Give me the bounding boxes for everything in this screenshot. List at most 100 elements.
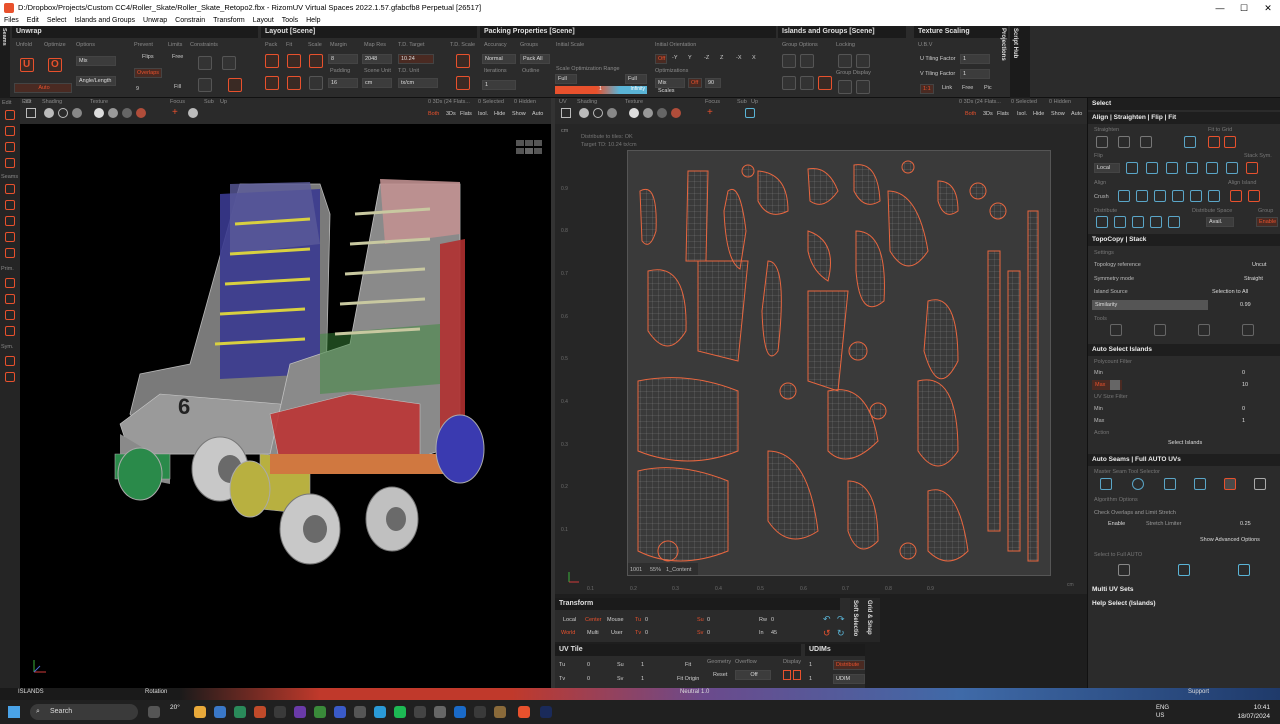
texture-color-icon[interactable]	[136, 108, 146, 118]
app-icon-9[interactable]	[454, 706, 466, 718]
uvsize-max-field[interactable]: 1	[1242, 418, 1245, 424]
script-hub-tab[interactable]: Script Hub	[1012, 28, 1018, 58]
uv-mode-show[interactable]: Show	[1051, 111, 1065, 117]
flips-toggle[interactable]: Flips	[142, 54, 154, 60]
rotate-ccw-icon[interactable]: ↶	[823, 614, 831, 625]
stack-sym-icon[interactable]	[1226, 162, 1238, 174]
seam-character-icon[interactable]	[1164, 478, 1176, 490]
vp3d-mode-hide[interactable]: Hide	[494, 111, 505, 117]
soft-selection-tab[interactable]: Soft Selectio	[852, 600, 858, 636]
align-top-icon[interactable]	[1172, 190, 1184, 202]
fit-grid-button[interactable]	[287, 76, 301, 90]
topocopy-section-title[interactable]: TopoCopy | Stack	[1088, 234, 1280, 246]
taskbar-clock[interactable]: 10:41 18/07/2024	[1237, 703, 1270, 721]
flip-both-icon[interactable]	[1166, 162, 1178, 174]
link-button[interactable]: Link	[942, 85, 952, 91]
app-icon-7[interactable]	[414, 706, 426, 718]
tu-field[interactable]: 0	[645, 617, 648, 623]
ungroup-button[interactable]	[800, 54, 814, 68]
display-t-toggle[interactable]	[783, 670, 791, 680]
app-icon-3[interactable]	[274, 706, 286, 718]
menu-unwrap[interactable]: Unwrap	[139, 16, 171, 26]
menu-edit[interactable]: Edit	[23, 16, 43, 26]
group-islands-button[interactable]	[782, 76, 796, 90]
align-section-title[interactable]: Align | Straighten | Flip | Fit	[1088, 112, 1280, 124]
align-left-icon[interactable]	[1118, 190, 1130, 202]
uvtile-tu-field[interactable]: 0	[587, 662, 590, 668]
axis-neg-x[interactable]: -X	[736, 55, 742, 61]
app-icon-5[interactable]	[334, 706, 346, 718]
iterations-field[interactable]: 1	[482, 80, 516, 90]
seam-sphere-icon[interactable]	[1132, 478, 1144, 490]
v-tiling-field[interactable]: 1	[960, 69, 990, 79]
fill-toggle[interactable]: Fill	[174, 84, 181, 90]
menu-islands-groups[interactable]: Islands and Groups	[70, 16, 139, 26]
skype-icon[interactable]	[374, 706, 386, 718]
close-button[interactable]: ✕	[1248, 0, 1280, 16]
stack-sym-orange-icon[interactable]	[1246, 162, 1258, 174]
app-icon-11[interactable]	[494, 706, 506, 718]
seam-pelt-icon[interactable]	[1100, 478, 1112, 490]
scene-unit-dropdown[interactable]: cm	[362, 78, 392, 88]
uv-mode-flats[interactable]: Flats	[997, 111, 1009, 117]
su-field[interactable]: 0	[707, 617, 710, 623]
accuracy-dropdown[interactable]: Normal	[482, 54, 516, 64]
full-auto-pack-icon[interactable]	[1238, 564, 1250, 576]
texture-white-icon[interactable]	[94, 108, 104, 118]
island-source-dropdown[interactable]: Selection to All	[1212, 289, 1248, 295]
rotate-cw-icon[interactable]: ↷	[837, 614, 845, 625]
display-colors-button[interactable]	[856, 80, 870, 94]
prim-group-icon[interactable]	[5, 310, 15, 320]
prim-poly-icon[interactable]	[5, 294, 15, 304]
topo-tool-1-icon[interactable]	[1110, 324, 1122, 336]
free-button[interactable]: Free	[962, 85, 973, 91]
distribute-right-icon[interactable]	[1150, 216, 1162, 228]
vp3d-mode-show[interactable]: Show	[512, 111, 526, 117]
uv-shading-solid-icon[interactable]	[579, 108, 589, 118]
scale-grid-button[interactable]	[309, 76, 323, 90]
polycount-max-field[interactable]: 10	[1242, 382, 1248, 388]
app-icon-4[interactable]	[294, 706, 306, 718]
reset-button[interactable]: Reset	[713, 672, 727, 678]
help-select-title[interactable]: Help Select (Islands)	[1088, 598, 1280, 610]
menu-transform[interactable]: Transform	[209, 16, 249, 26]
td-get-button[interactable]	[456, 54, 470, 68]
seams-tab[interactable]: Seams	[1, 28, 7, 46]
app-icon-10[interactable]	[474, 706, 486, 718]
seam-sharp-icon[interactable]	[1224, 478, 1236, 490]
group-pack-button[interactable]	[818, 76, 832, 90]
weld-icon[interactable]	[5, 200, 15, 210]
multi-toggle[interactable]: Multi	[587, 630, 599, 636]
uv-refresh-icon[interactable]	[745, 108, 755, 118]
menu-files[interactable]: Files	[0, 16, 23, 26]
select-islands-button[interactable]: Select Islands	[1168, 440, 1202, 446]
fit-button[interactable]: Fit	[685, 662, 691, 668]
x2-icon[interactable]	[5, 216, 15, 226]
unlock-button[interactable]	[856, 54, 870, 68]
world-toggle[interactable]: World	[561, 630, 575, 636]
ratio-button[interactable]: 1:1	[920, 84, 934, 94]
align-island-2-icon[interactable]	[1248, 190, 1260, 202]
rizomuv-taskbar-icon[interactable]	[518, 706, 530, 718]
uvtile-tv-field[interactable]: 0	[587, 676, 590, 682]
td-unit-dropdown[interactable]: tx/cm	[398, 78, 438, 88]
auto-seams-section-title[interactable]: Auto Seams | Full AUTO UVs	[1088, 454, 1280, 466]
auto-select-section-title[interactable]: Auto Select Islands	[1088, 344, 1280, 356]
weather-widget[interactable]: 20°	[170, 704, 180, 711]
fit-origin-button[interactable]: Fit Origin	[677, 676, 699, 682]
user-toggle[interactable]: User	[611, 630, 623, 636]
app-icon-2[interactable]	[234, 706, 246, 718]
flip-x-icon[interactable]	[1186, 162, 1198, 174]
sym-icon[interactable]	[5, 356, 15, 366]
photoshop-icon[interactable]	[540, 706, 552, 718]
align-middle-icon[interactable]	[1190, 190, 1202, 202]
fit-grid-icon[interactable]	[1184, 136, 1196, 148]
axis-neg-y[interactable]: -Y	[672, 55, 678, 61]
group-layout-button[interactable]	[800, 76, 814, 90]
topo-tool-2-icon[interactable]	[1154, 324, 1166, 336]
margin-field[interactable]: 8	[328, 54, 358, 64]
lock-button[interactable]	[838, 54, 852, 68]
texture-grey-icon[interactable]	[108, 108, 118, 118]
uvsize-min-field[interactable]: 0	[1242, 406, 1245, 412]
prevent-iterations-value[interactable]: 9	[136, 86, 139, 92]
